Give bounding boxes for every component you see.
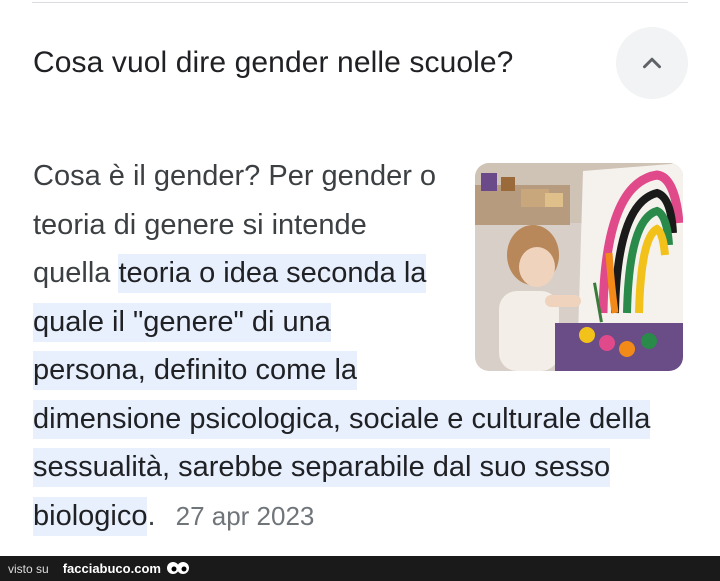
watermark-bar: visto su facciabuco.com	[0, 556, 720, 581]
answer-thumbnail[interactable]	[475, 163, 683, 371]
answer-tail-text: .	[147, 499, 156, 532]
collapse-button[interactable]	[616, 27, 688, 99]
child-painting-image	[475, 163, 683, 371]
faq-question[interactable]: Cosa vuol dire gender nelle scuole?	[33, 44, 513, 82]
chevron-up-icon	[643, 57, 661, 69]
divider	[32, 2, 688, 3]
site-name: facciabuco.com	[62, 561, 161, 576]
faq-answer: Cosa è il gender? Per gender o teoria di…	[33, 152, 683, 540]
eyes-icon	[166, 561, 190, 577]
visto-su-label: visto su	[8, 561, 49, 576]
answer-date: 27 apr 2023	[175, 500, 315, 531]
